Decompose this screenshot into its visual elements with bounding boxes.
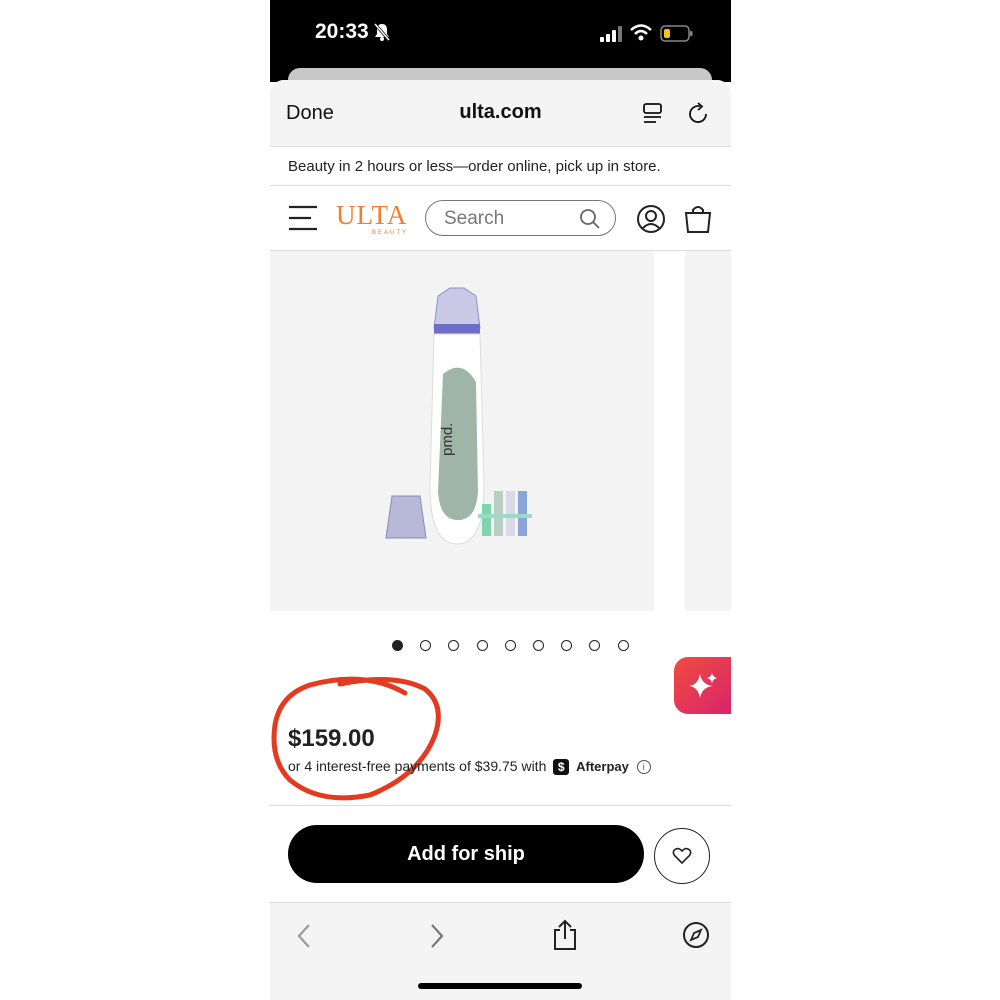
status-time: 20:33	[315, 20, 369, 43]
gallery-dot[interactable]	[420, 640, 432, 651]
hamburger-icon[interactable]	[288, 204, 318, 232]
cellular-signal-icon	[600, 26, 622, 42]
gallery-dot[interactable]	[504, 640, 516, 651]
section-divider	[270, 805, 731, 806]
next-product-image-peek[interactable]	[685, 251, 731, 611]
heart-icon	[672, 847, 692, 865]
search-input[interactable]: Search	[425, 200, 616, 236]
account-icon[interactable]	[636, 204, 666, 234]
add-for-ship-button[interactable]: Add for ship	[288, 825, 644, 883]
home-indicator[interactable]	[418, 983, 582, 989]
phone-screen: 20:33 Done ulta.com Beauty in 2 hours or…	[270, 0, 731, 1000]
gallery-dot[interactable]	[476, 640, 488, 651]
gallery-dot[interactable]	[533, 640, 544, 651]
product-image[interactable]: pmd.	[270, 251, 654, 611]
compass-icon[interactable]	[682, 921, 710, 949]
site-header: ULTA BEAUTY Search	[270, 186, 731, 251]
promo-text: Beauty in 2 hours or less—order online, …	[288, 158, 661, 175]
device-brand-text: pmd.	[439, 423, 456, 456]
reload-icon[interactable]	[688, 102, 710, 126]
installment-info[interactable]: or 4 interest-free payments of $39.75 wi…	[288, 758, 651, 776]
wifi-icon	[630, 24, 652, 41]
wishlist-button[interactable]	[654, 828, 710, 884]
chevron-left-icon[interactable]	[295, 923, 313, 949]
promo-banner[interactable]: Beauty in 2 hours or less—order online, …	[270, 147, 731, 186]
silent-bell-icon	[373, 23, 391, 41]
gallery-dot[interactable]	[589, 640, 601, 651]
gallery-dot[interactable]	[561, 640, 573, 651]
share-icon[interactable]	[552, 919, 578, 951]
gallery-dot[interactable]	[448, 640, 460, 651]
chevron-right-icon[interactable]	[428, 923, 446, 949]
installment-text: or 4 interest-free payments of $39.75 wi…	[288, 758, 547, 774]
afterpay-icon: $	[553, 759, 570, 776]
gallery-dot[interactable]	[392, 640, 403, 651]
search-icon[interactable]	[579, 208, 601, 230]
microderm-device-image: pmd.	[385, 287, 532, 545]
product-price: $159.00	[288, 725, 375, 752]
search-placeholder: Search	[444, 208, 505, 229]
afterpay-brand: Afterpay	[576, 759, 629, 774]
ai-assistant-button[interactable]	[674, 657, 731, 714]
browser-sheet: Done ulta.com Beauty in 2 hours or less—…	[270, 80, 731, 1000]
gallery-dot[interactable]	[617, 640, 629, 651]
bag-icon[interactable]	[683, 204, 713, 234]
browser-url-bar: Done ulta.com	[270, 80, 731, 147]
info-icon[interactable]: i	[636, 760, 651, 775]
reader-view-icon[interactable]	[642, 102, 664, 126]
battery-icon	[660, 25, 693, 42]
sparkle-icon	[689, 673, 717, 698]
logo-wordmark: ULTA	[336, 200, 408, 230]
logo-subtext: BEAUTY	[372, 230, 409, 236]
gallery-pagination	[270, 640, 731, 654]
product-gallery[interactable]: pmd.	[270, 251, 731, 714]
ulta-logo[interactable]: ULTA BEAUTY	[336, 200, 406, 236]
